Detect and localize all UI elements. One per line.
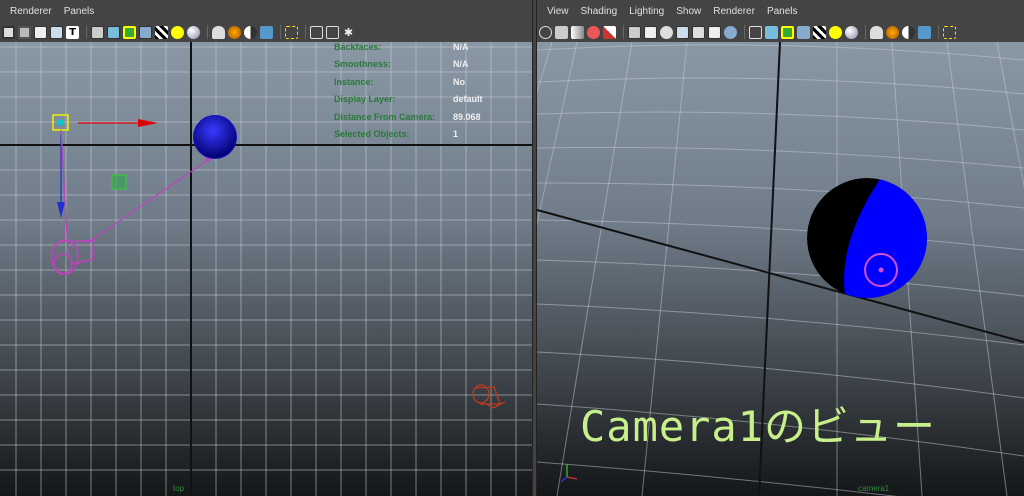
textured-icon[interactable] bbox=[813, 25, 826, 39]
toolbar-separator bbox=[744, 25, 745, 39]
menu-shading[interactable]: Shading bbox=[581, 6, 618, 17]
select-camera-icon[interactable] bbox=[2, 25, 15, 39]
resolution-gate-icon[interactable] bbox=[660, 25, 673, 39]
menu-lighting[interactable]: Lighting bbox=[629, 6, 664, 17]
textured-icon[interactable] bbox=[155, 25, 168, 39]
wireframe-on-shaded-icon[interactable] bbox=[123, 25, 136, 39]
shadows-icon[interactable] bbox=[187, 25, 200, 39]
grid-icon[interactable] bbox=[628, 25, 641, 39]
toolbar-separator bbox=[938, 25, 939, 39]
ambient-occlusion-icon[interactable] bbox=[228, 25, 241, 39]
anti-alias-icon[interactable] bbox=[918, 25, 931, 39]
top-view-grid bbox=[0, 42, 532, 496]
shaded-sphere-object[interactable] bbox=[807, 162, 937, 307]
toolbar-separator bbox=[86, 25, 87, 39]
select-camera-icon[interactable] bbox=[539, 25, 552, 39]
safe-action-icon[interactable] bbox=[708, 25, 721, 39]
ambient-occlusion-icon[interactable] bbox=[886, 25, 899, 39]
smooth-shade-icon[interactable] bbox=[765, 25, 778, 39]
menu-renderer[interactable]: Renderer bbox=[10, 6, 52, 17]
left-menubar: Renderer Panels bbox=[0, 0, 532, 23]
x-axis-arrow[interactable] bbox=[138, 119, 158, 127]
top-view-panel[interactable]: Renderer Panels T ✱ top Backfaces: N/A S… bbox=[0, 0, 532, 496]
y-axis-arrow[interactable] bbox=[57, 202, 65, 218]
smooth-shade-icon[interactable] bbox=[107, 25, 120, 39]
gate-mask-icon[interactable] bbox=[676, 25, 689, 39]
motion-blur-icon[interactable] bbox=[244, 25, 257, 39]
menu-panels[interactable]: Panels bbox=[64, 6, 95, 17]
camera-attributes-icon[interactable] bbox=[555, 25, 568, 39]
toolbar-separator bbox=[623, 25, 624, 39]
cube-icon[interactable] bbox=[310, 25, 323, 39]
toolbar-separator bbox=[207, 25, 208, 39]
motion-blur-icon[interactable] bbox=[902, 25, 915, 39]
share-icon[interactable]: ✱ bbox=[342, 26, 355, 39]
text-icon[interactable]: T bbox=[66, 25, 79, 39]
select-mode-icon[interactable] bbox=[285, 25, 298, 39]
grid-icon[interactable] bbox=[34, 25, 47, 39]
bookmark-icon[interactable] bbox=[571, 25, 584, 39]
camera-attributes-icon[interactable] bbox=[18, 25, 31, 39]
xray-icon[interactable] bbox=[139, 25, 152, 39]
right-toolbar bbox=[537, 22, 1024, 43]
camera-icon[interactable] bbox=[472, 384, 506, 409]
left-toolbar: T ✱ bbox=[0, 22, 532, 43]
toolbar-separator bbox=[280, 25, 281, 39]
safe-title-icon[interactable] bbox=[724, 25, 737, 39]
grease-pencil-icon[interactable] bbox=[603, 25, 616, 39]
view-caption: Camera1のビュー bbox=[580, 402, 937, 451]
isolate-icon[interactable] bbox=[212, 25, 225, 39]
viewport-camera-name: camera1 bbox=[858, 484, 890, 493]
menu-show[interactable]: Show bbox=[676, 6, 701, 17]
film-gate-icon[interactable] bbox=[50, 25, 63, 39]
viewport-camera-name: top bbox=[173, 484, 185, 493]
layout-icon[interactable] bbox=[326, 25, 339, 39]
wireframe-icon[interactable] bbox=[91, 25, 104, 39]
right-menubar: View Shading Lighting Show Renderer Pane… bbox=[537, 0, 1024, 23]
isolate-icon[interactable] bbox=[870, 25, 883, 39]
axis-indicator-icon bbox=[560, 464, 578, 483]
image-plane-icon[interactable] bbox=[587, 25, 600, 39]
menu-panels[interactable]: Panels bbox=[767, 6, 798, 17]
xray-icon[interactable] bbox=[797, 25, 810, 39]
toolbar-separator bbox=[305, 25, 306, 39]
anti-alias-icon[interactable] bbox=[260, 25, 273, 39]
lights-icon[interactable] bbox=[171, 25, 184, 39]
wireframe-on-shaded-icon[interactable] bbox=[781, 25, 794, 39]
locator-icon[interactable] bbox=[111, 174, 127, 190]
select-mode-icon[interactable] bbox=[943, 25, 956, 39]
lights-icon[interactable] bbox=[829, 25, 842, 39]
menu-renderer[interactable]: Renderer bbox=[713, 6, 755, 17]
film-gate-icon[interactable] bbox=[644, 25, 657, 39]
top-viewport[interactable]: top bbox=[0, 42, 532, 496]
toolbar-separator bbox=[865, 25, 866, 39]
shadows-icon[interactable] bbox=[845, 25, 858, 39]
field-chart-icon[interactable] bbox=[692, 25, 705, 39]
menu-view[interactable]: View bbox=[547, 6, 569, 17]
wireframe-icon[interactable] bbox=[749, 25, 762, 39]
